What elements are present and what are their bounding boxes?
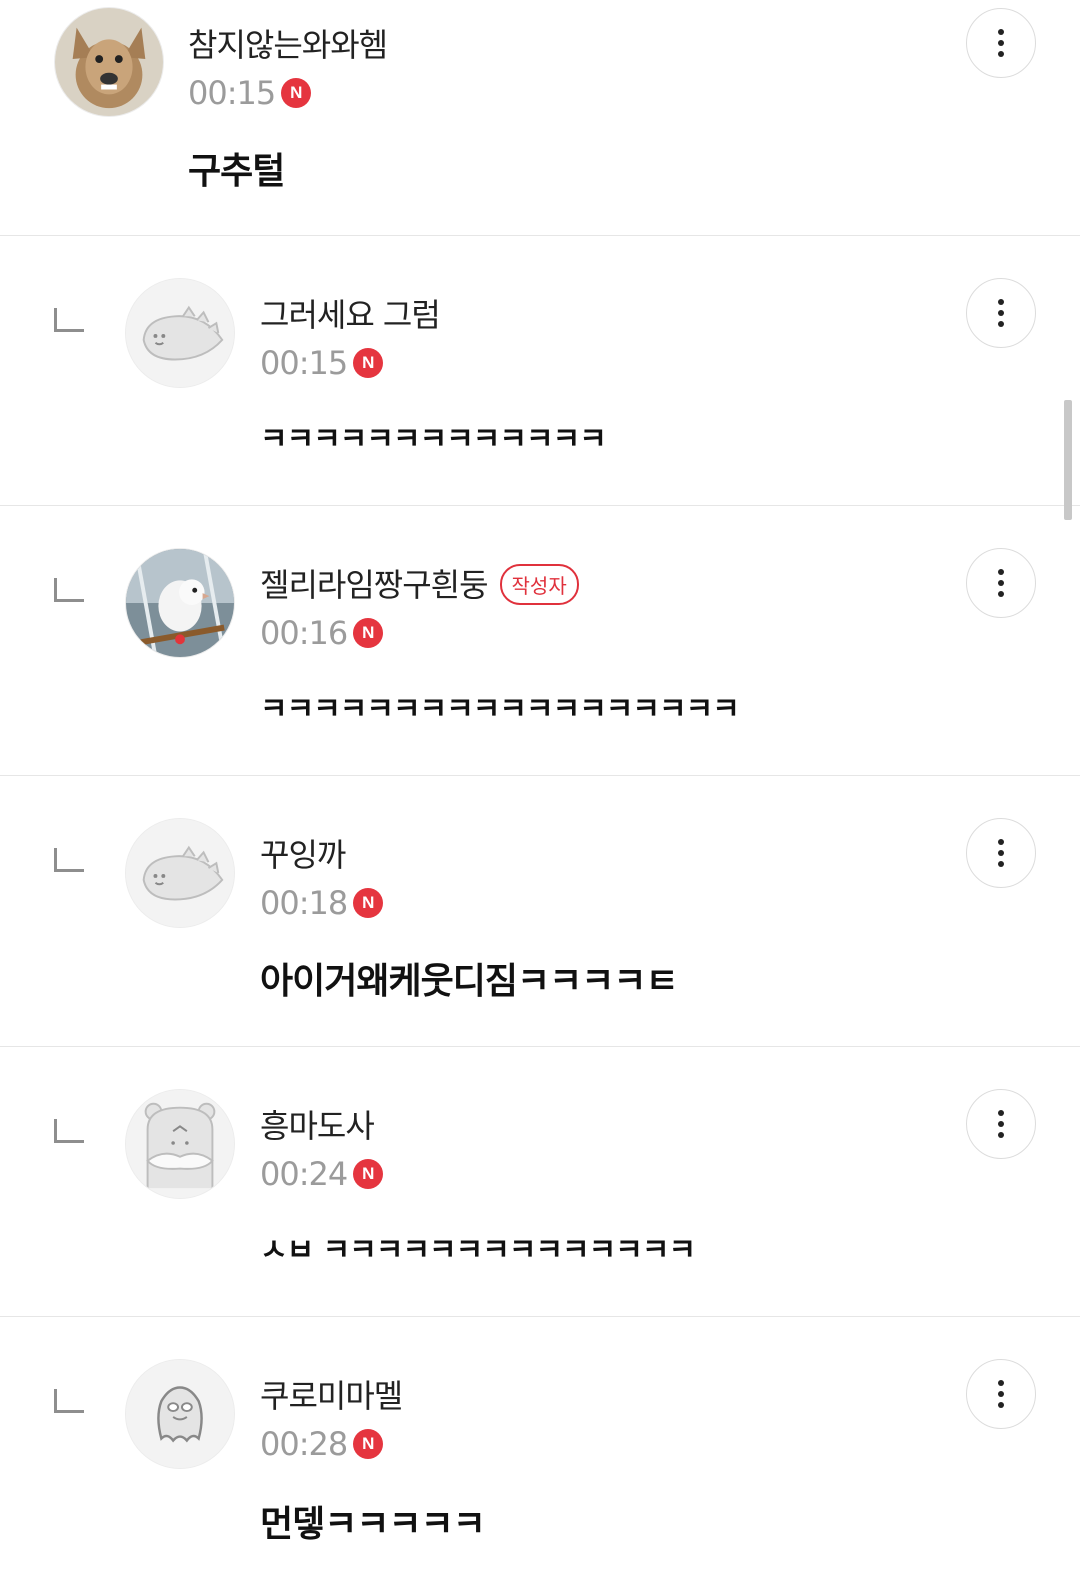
timestamp: 00:15 (260, 344, 348, 382)
comment-text: ㅅㅂ ㅋㅋㅋㅋㅋㅋㅋㅋㅋㅋㅋㅋㅋㅋ (260, 1233, 696, 1268)
timestamp: 00:28 (260, 1425, 348, 1463)
nickname-text[interactable]: 젤리라임짱구흰둥 (260, 566, 489, 604)
comment-meta: 00:28 N (260, 1425, 384, 1463)
comment-meta: 00:15 N (260, 344, 384, 382)
more-options-button[interactable] (966, 818, 1036, 888)
more-vertical-icon (998, 569, 1004, 597)
reply-item: 꾸잉까 00:18 N 아이거왜케웃디짐ㅋㅋㅋㅋㅌ (0, 776, 1080, 1047)
reply-indent-icon (54, 848, 84, 872)
reply-item: 젤리라임짱구흰둥 작성자 00:16 N ㅋㅋㅋㅋㅋㅋㅋㅋㅋㅋㅋㅋㅋㅋㅋㅋㅋㅋ (0, 506, 1080, 776)
new-badge: N (353, 1429, 384, 1459)
more-vertical-icon (998, 299, 1004, 327)
reply-indent-icon (54, 308, 84, 332)
default-dino-icon (126, 279, 234, 387)
avatar[interactable] (125, 278, 235, 388)
default-bear-icon (126, 1090, 234, 1198)
new-badge: N (353, 348, 384, 378)
comment-meta: 00:24 N (260, 1155, 384, 1193)
avatar[interactable] (125, 1089, 235, 1199)
more-options-button[interactable] (966, 1359, 1036, 1429)
comment-item: 참지않는와와헴 00:15 N 구추털 (0, 0, 1080, 236)
comment-text: 아이거왜케웃디짐ㅋㅋㅋㅋㅌ (260, 961, 679, 1002)
comment-text: ㅋㅋㅋㅋㅋㅋㅋㅋㅋㅋㅋㅋㅋㅋㅋㅋㅋㅋ (260, 692, 740, 727)
comment-text: 구추털 (188, 151, 285, 192)
dog-photo-icon (55, 8, 163, 116)
reply-item: 흥마도사 00:24 N ㅅㅂ ㅋㅋㅋㅋㅋㅋㅋㅋㅋㅋㅋㅋㅋㅋ (0, 1047, 1080, 1317)
more-options-button[interactable] (966, 278, 1036, 348)
avatar[interactable] (54, 7, 164, 117)
new-badge: N (353, 618, 384, 648)
scrollbar[interactable] (1064, 400, 1072, 520)
nickname[interactable]: 꾸잉까 (260, 830, 346, 876)
more-options-button[interactable] (966, 1089, 1036, 1159)
comment-meta: 00:15 N (188, 74, 312, 112)
avatar[interactable] (125, 818, 235, 928)
timestamp: 00:15 (188, 74, 276, 112)
more-vertical-icon (998, 839, 1004, 867)
more-options-button[interactable] (966, 548, 1036, 618)
nickname[interactable]: 그러세요 그럼 (260, 290, 441, 336)
nickname[interactable]: 참지않는와와헴 (188, 20, 388, 66)
reply-indent-icon (54, 1119, 84, 1143)
comment-meta: 00:18 N (260, 884, 384, 922)
reply-indent-icon (54, 578, 84, 602)
comment-text: ㅋㅋㅋㅋㅋㅋㅋㅋㅋㅋㅋㅋㅋ (260, 422, 607, 457)
more-vertical-icon (998, 29, 1004, 57)
author-tag: 작성자 (499, 563, 579, 605)
comment-text: 먼뎋ㅋㅋㅋㅋㅋ (260, 1504, 486, 1545)
nickname[interactable]: 흥마도사 (260, 1101, 375, 1147)
timestamp: 00:16 (260, 614, 348, 652)
more-vertical-icon (998, 1110, 1004, 1138)
nickname[interactable]: 쿠로미마멜 (260, 1371, 403, 1417)
avatar[interactable] (125, 1359, 235, 1469)
timestamp: 00:18 (260, 884, 348, 922)
reply-item: 쿠로미마멜 00:28 N 먼뎋ㅋㅋㅋㅋㅋ (0, 1317, 1080, 1577)
new-badge: N (353, 1159, 384, 1189)
reply-item: 그러세요 그럼 00:15 N ㅋㅋㅋㅋㅋㅋㅋㅋㅋㅋㅋㅋㅋ (0, 236, 1080, 506)
parrot-photo-icon (126, 549, 234, 657)
new-badge: N (281, 78, 312, 108)
comment-meta: 00:16 N (260, 614, 384, 652)
timestamp: 00:24 (260, 1155, 348, 1193)
new-badge: N (353, 888, 384, 918)
default-dino-icon (126, 819, 234, 927)
more-vertical-icon (998, 1380, 1004, 1408)
nickname[interactable]: 젤리라임짱구흰둥 작성자 (260, 560, 579, 608)
default-blob-icon (126, 1360, 234, 1468)
reply-indent-icon (54, 1389, 84, 1413)
avatar[interactable] (125, 548, 235, 658)
more-options-button[interactable] (966, 8, 1036, 78)
